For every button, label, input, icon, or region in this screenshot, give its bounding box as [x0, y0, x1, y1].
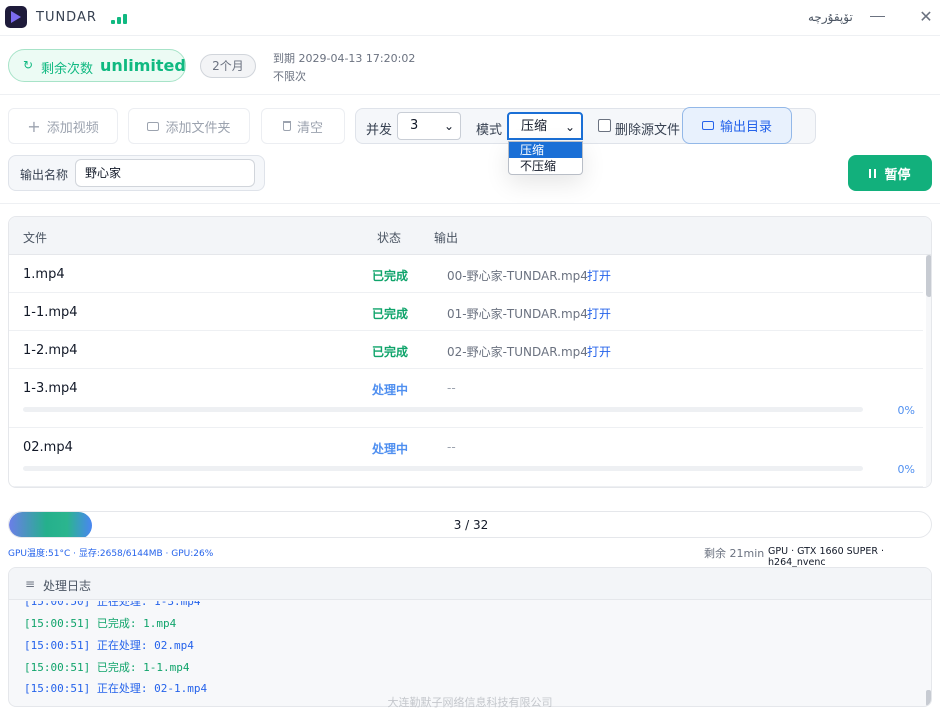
table-row: 02.mp4 处理中 -- 0% — [9, 428, 923, 487]
output-file: 01-野心家-TUNDAR.mp4 — [447, 307, 588, 321]
close-button[interactable]: ✕ — [917, 8, 935, 26]
signal-icon — [111, 12, 129, 24]
file-progress-bar — [23, 407, 863, 412]
output-directory-label: 输出目录 — [719, 120, 772, 135]
file-name: 1-3.mp4 — [23, 381, 78, 396]
plan-badge: 2个月 — [200, 54, 256, 78]
output-name-input[interactable]: 野心家 — [75, 159, 255, 187]
table-scrollbar-thumb[interactable] — [926, 255, 931, 297]
status-text: 处理中 — [372, 383, 409, 397]
file-name: 1.mp4 — [23, 267, 65, 282]
usage-limit: 不限次 — [273, 70, 306, 83]
add-video-button[interactable]: + 添加视频 — [8, 108, 118, 144]
folder-icon — [147, 121, 160, 131]
add-folder-label: 添加文件夹 — [165, 120, 231, 136]
log-title: 处理日志 — [43, 579, 92, 593]
chevron-down-icon: ⌄ — [564, 120, 575, 134]
file-progress-bar — [23, 466, 863, 471]
overall-progress-bar: 3 / 32 — [8, 511, 932, 538]
remaining-time: 剩余 21min — [704, 547, 765, 560]
header-output: 输出 — [434, 231, 459, 245]
trash-icon — [282, 121, 291, 131]
table-row: 1.mp4 已完成 00-野心家-TUNDAR.mp4 打开 — [9, 255, 923, 293]
clear-button[interactable]: 清空 — [261, 108, 345, 144]
table-header: 文件 状态 输出 — [9, 217, 931, 255]
minimize-button[interactable] — [870, 16, 885, 17]
file-progress-percent: 0% — [897, 404, 915, 417]
log-header: ≡ 处理日志 — [9, 568, 931, 600]
gpu-stats: GPU温度:51°C · 显存:2658/6144MB · GPU:26% — [8, 549, 214, 559]
header-status: 状态 — [377, 231, 402, 245]
clear-label: 清空 — [296, 120, 323, 136]
output-file: -- — [447, 440, 456, 454]
table-row: 1-1.mp4 已完成 01-野心家-TUNDAR.mp4 打开 — [9, 293, 923, 331]
status-text: 处理中 — [372, 442, 409, 456]
concurrency-value: 3 — [410, 118, 419, 133]
output-file: -- — [447, 381, 456, 395]
log-line: [15:00:51] 已完成: 1-1.mp4 — [24, 661, 190, 674]
file-name: 1-2.mp4 — [23, 343, 78, 358]
table-row: 1-2.mp4 已完成 02-野心家-TUNDAR.mp4 打开 — [9, 331, 923, 369]
header-file: 文件 — [23, 231, 48, 245]
refresh-icon: ↻ — [23, 58, 34, 72]
pause-icon — [869, 168, 877, 178]
mode-dropdown: 压缩 不压缩 — [508, 141, 583, 175]
output-name-label: 输出名称 — [20, 168, 69, 182]
open-link[interactable]: 打开 — [587, 343, 611, 360]
language-label[interactable]: تۆپقۇرچە — [808, 10, 853, 24]
log-line: [15:00:51] 正在处理: 02.mp4 — [24, 639, 194, 652]
divider — [0, 94, 940, 95]
folder-icon — [701, 121, 714, 130]
open-link[interactable]: 打开 — [587, 305, 611, 322]
pause-label: 暂停 — [884, 167, 911, 183]
expiry-date: 到期 2029-04-13 17:20:02 — [273, 52, 416, 65]
mode-select[interactable]: 压缩 ⌄ — [507, 112, 583, 140]
concurrency-select[interactable]: 3 ⌄ — [397, 112, 461, 140]
mode-option-compress[interactable]: 压缩 — [509, 142, 582, 158]
mode-option-no-compress[interactable]: 不压缩 — [509, 158, 582, 174]
chevron-down-icon: ⌄ — [443, 119, 454, 133]
status-text: 已完成 — [372, 269, 409, 283]
file-progress-percent: 0% — [897, 463, 915, 476]
file-table: 文件 状态 输出 1.mp4 已完成 00-野心家-TUNDAR.mp4 打开 … — [8, 216, 932, 488]
pause-button[interactable]: 暂停 — [848, 155, 932, 191]
concurrency-label: 并发 — [366, 123, 393, 138]
overall-progress-text: 3 / 32 — [453, 518, 489, 532]
remaining-value: unlimited — [100, 56, 186, 75]
divider — [0, 203, 940, 204]
delete-source-checkbox[interactable] — [598, 119, 611, 132]
title-bar: TUNDAR تۆپقۇرچە ✕ — [0, 0, 940, 36]
delete-source-label: 删除源文件 — [615, 123, 681, 138]
company-footer: 大连勤默子网络信息科技有限公司 — [387, 696, 553, 709]
add-folder-button[interactable]: 添加文件夹 — [128, 108, 250, 144]
list-icon: ≡ — [25, 577, 36, 591]
mode-value: 压缩 — [521, 119, 548, 134]
status-text: 已完成 — [372, 345, 409, 359]
output-file: 00-野心家-TUNDAR.mp4 — [447, 269, 588, 283]
file-name: 1-1.mp4 — [23, 305, 78, 320]
plus-icon: + — [27, 116, 41, 136]
add-video-label: 添加视频 — [46, 120, 99, 136]
log-line: [15:00:51] 已完成: 1.mp4 — [24, 617, 177, 630]
app-logo-icon — [5, 6, 27, 28]
output-file: 02-野心家-TUNDAR.mp4 — [447, 345, 588, 359]
table-row: 1-3.mp4 处理中 -- 0% — [9, 369, 923, 428]
output-name-group: 输出名称 野心家 — [8, 155, 265, 191]
mode-label: 模式 — [476, 123, 503, 138]
output-directory-button[interactable]: 输出目录 — [682, 107, 792, 144]
remaining-label: 剩余次数 — [41, 62, 94, 77]
gpu-name: GPU · GTX 1660 SUPER · h264_nvenc — [768, 546, 885, 568]
file-name: 02.mp4 — [23, 440, 73, 455]
app-title: TUNDAR — [36, 10, 97, 25]
remaining-count-badge: ↻ 剩余次数 unlimited — [8, 49, 186, 82]
log-panel: ≡ 处理日志 [15:00:50] 正在处理: 1-3.mp4 [15:00:5… — [8, 567, 932, 707]
status-text: 已完成 — [372, 307, 409, 321]
open-link[interactable]: 打开 — [587, 267, 611, 284]
